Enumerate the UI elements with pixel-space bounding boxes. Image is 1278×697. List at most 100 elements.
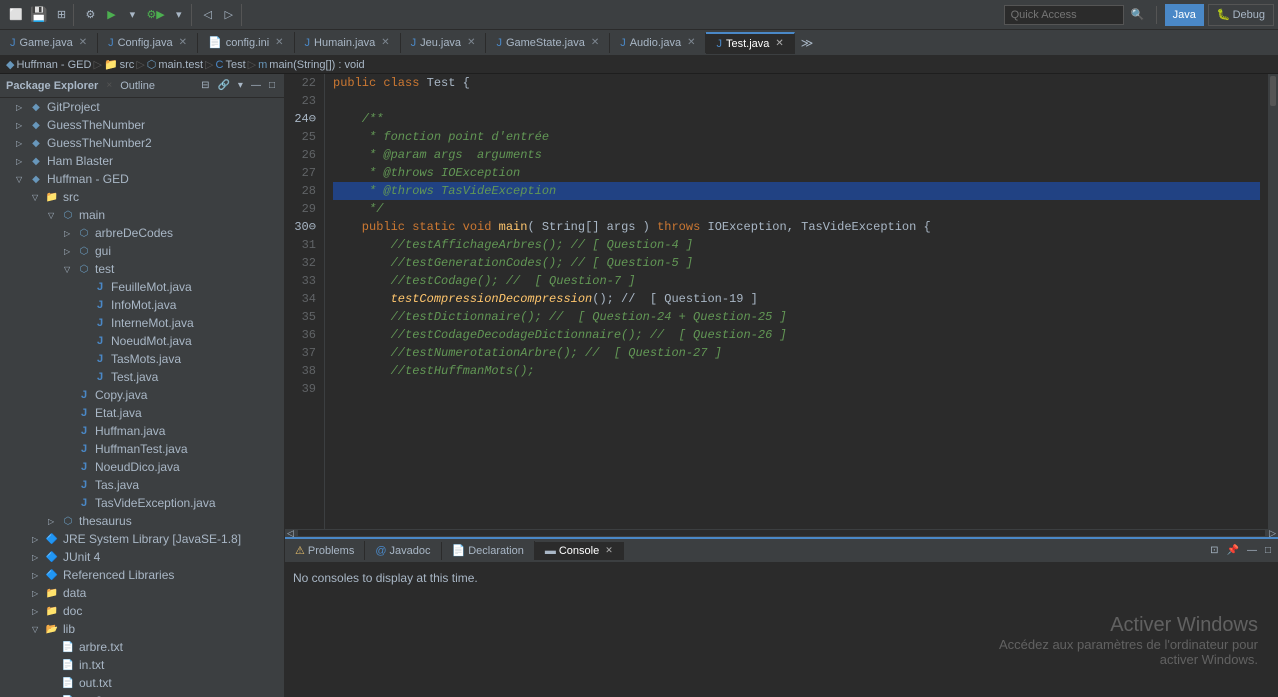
- maximize-btn[interactable]: □: [1262, 544, 1274, 557]
- debug-icon: 🐛: [1217, 8, 1231, 21]
- minimize-sidebar-btn[interactable]: —: [248, 79, 264, 92]
- new-btn[interactable]: ⬜: [6, 4, 26, 26]
- tab-test-java[interactable]: J Test.java ✕: [706, 32, 794, 54]
- tree-item-noeudmot[interactable]: J NoeudMot.java: [0, 332, 284, 350]
- tree-item-jre[interactable]: ▷ 🔷 JRE System Library [JavaSE-1.8]: [0, 530, 284, 548]
- tree-item-tas[interactable]: J Tas.java: [0, 476, 284, 494]
- tree-item-hamblaster[interactable]: ▷ ◆ Ham Blaster: [0, 152, 284, 170]
- sidebar-menu-btn[interactable]: ▾: [235, 79, 246, 92]
- tree-item-etat[interactable]: J Etat.java: [0, 404, 284, 422]
- link-editor-btn[interactable]: 🔗: [214, 79, 232, 92]
- horizontal-scrollbar[interactable]: ◁ ▷: [285, 529, 1278, 537]
- debug-dropdown[interactable]: ▾: [169, 4, 189, 26]
- tree-item-guessnumber2[interactable]: ▷ ◆ GuessTheNumber2: [0, 134, 284, 152]
- forward-btn[interactable]: ▷: [219, 4, 239, 26]
- vertical-scrollbar[interactable]: [1268, 74, 1278, 529]
- tree-item-noeud[interactable]: J NoeudDico.java: [0, 458, 284, 476]
- breadcrumb-method[interactable]: main(String[]) : void: [269, 59, 364, 71]
- tree-item-huffmantest[interactable]: J HuffmanTest.java: [0, 440, 284, 458]
- close-icon[interactable]: ✕: [775, 38, 783, 49]
- close-icon[interactable]: ✕: [467, 37, 475, 48]
- package-icon: ⬡: [76, 243, 92, 259]
- close-icon[interactable]: ✕: [79, 37, 87, 48]
- outline-title[interactable]: Outline: [120, 80, 155, 92]
- debug-perspective-btn[interactable]: 🐛 Debug: [1208, 4, 1274, 26]
- bottom-panel: ⚠ Problems @ Javadoc 📄 Declaration ▬ Con…: [285, 537, 1278, 697]
- tab-config-java[interactable]: J Config.java ✕: [98, 33, 198, 53]
- tree-item-testjava[interactable]: J Test.java: [0, 368, 284, 386]
- tree-item-internemot[interactable]: J InterneMot.java: [0, 314, 284, 332]
- tree-item-gui[interactable]: ▷ ⬡ gui: [0, 242, 284, 260]
- tree-item-tasmots[interactable]: J TasMots.java: [0, 350, 284, 368]
- tree-item-doc[interactable]: ▷ 📁 doc: [0, 602, 284, 620]
- collapse-arrow: ▷: [32, 571, 44, 580]
- java-perspective-btn[interactable]: Java: [1165, 4, 1204, 26]
- collapse-all-btn[interactable]: ⊟: [198, 79, 212, 92]
- tab-problems[interactable]: ⚠ Problems: [285, 541, 365, 560]
- debug-run-btn[interactable]: ⚙▶: [143, 4, 167, 26]
- tab-declaration[interactable]: 📄 Declaration: [442, 541, 535, 560]
- tree-item-src[interactable]: ▽ 📁 src: [0, 188, 284, 206]
- save-all-btn[interactable]: ⊞: [51, 4, 71, 26]
- tree-item-infomot[interactable]: J InfoMot.java: [0, 296, 284, 314]
- code-line-28: * @throws TasVideException: [333, 182, 1260, 200]
- folder-icon: 📁: [44, 603, 60, 619]
- close-icon[interactable]: ✕: [275, 37, 283, 48]
- close-tab-icon[interactable]: ✕: [605, 545, 613, 556]
- maximize-sidebar-btn[interactable]: □: [266, 79, 278, 92]
- tab-overflow-btn[interactable]: ≫: [795, 32, 820, 54]
- tree-label: InterneMot.java: [111, 316, 194, 330]
- run-dropdown[interactable]: ▾: [122, 4, 142, 26]
- tab-humain-java[interactable]: J Humain.java ✕: [295, 33, 401, 53]
- tab-config-ini[interactable]: 📄 config.ini ✕: [198, 32, 295, 53]
- run-btn[interactable]: ▶: [101, 4, 121, 26]
- close-icon[interactable]: ✕: [179, 37, 187, 48]
- back-btn[interactable]: ◁: [198, 4, 218, 26]
- tree-item-gitproject[interactable]: ▷ ◆ GitProject: [0, 98, 284, 116]
- code-line-32: //testGenerationCodes(); // [ Question-5…: [333, 254, 1260, 272]
- breadcrumb-src[interactable]: src: [120, 59, 135, 71]
- tree-item-arbredecodes[interactable]: ▷ ⬡ arbreDeCodes: [0, 224, 284, 242]
- close-icon[interactable]: ✕: [381, 37, 389, 48]
- build-btn[interactable]: ⚙: [80, 4, 100, 26]
- tree-item-thesaurus[interactable]: ▷ ⬡ thesaurus: [0, 512, 284, 530]
- breadcrumb-class[interactable]: Test: [225, 59, 245, 71]
- tab-javadoc[interactable]: @ Javadoc: [365, 542, 441, 560]
- tree-item-test[interactable]: ▽ ⬡ test: [0, 260, 284, 278]
- tree-item-feuillemot[interactable]: J FeuilleMot.java: [0, 278, 284, 296]
- tree-item-guessnumber[interactable]: ▷ ◆ GuessTheNumber: [0, 116, 284, 134]
- save-btn[interactable]: 💾: [27, 4, 50, 26]
- tab-label: Audio.java: [630, 37, 681, 49]
- tab-console[interactable]: ▬ Console ✕: [535, 542, 624, 560]
- tree-item-reflibs[interactable]: ▷ 🔷 Referenced Libraries: [0, 566, 284, 584]
- close-icon[interactable]: ✕: [687, 37, 695, 48]
- breadcrumb-project[interactable]: Huffman - GED: [16, 59, 91, 71]
- tree-item-main[interactable]: ▽ ⬡ main: [0, 206, 284, 224]
- pin-btn[interactable]: 📌: [1224, 544, 1242, 557]
- tree-item-data[interactable]: ▷ 📁 data: [0, 584, 284, 602]
- tree-item-copy[interactable]: J Copy.java: [0, 386, 284, 404]
- minimize-btn[interactable]: —: [1244, 544, 1260, 557]
- tree-item-out2[interactable]: 📄 out2.txt: [0, 692, 284, 697]
- tree-item-huffmanjava[interactable]: J Huffman.java: [0, 422, 284, 440]
- tree-item-arbre[interactable]: 📄 arbre.txt: [0, 638, 284, 656]
- open-console-btn[interactable]: ⊡: [1207, 544, 1221, 557]
- code-editor[interactable]: public class Test { /** * fonction point…: [325, 74, 1268, 529]
- tree-item-lib[interactable]: ▽ 📂 lib: [0, 620, 284, 638]
- collapse-arrow: ▽: [64, 265, 76, 274]
- quick-access-input[interactable]: [1004, 5, 1124, 25]
- close-icon[interactable]: ✕: [591, 37, 599, 48]
- tree-item-in[interactable]: 📄 in.txt: [0, 656, 284, 674]
- tree-item-junit[interactable]: ▷ 🔷 JUnit 4: [0, 548, 284, 566]
- search-icon[interactable]: 🔍: [1128, 4, 1148, 26]
- tree-item-huffman[interactable]: ▽ ◆ Huffman - GED: [0, 170, 284, 188]
- tree-label: TasVideException.java: [95, 496, 216, 510]
- tree-item-tasvide[interactable]: J TasVideException.java: [0, 494, 284, 512]
- tab-audio-java[interactable]: J Audio.java ✕: [610, 33, 706, 53]
- breadcrumb-package[interactable]: main.test: [158, 59, 203, 71]
- tree-item-out[interactable]: 📄 out.txt: [0, 674, 284, 692]
- tab-gamestate-java[interactable]: J GameState.java ✕: [486, 33, 610, 53]
- src-icon: 📁: [44, 189, 60, 205]
- tab-game-java[interactable]: J Game.java ✕: [0, 33, 98, 53]
- tab-jeu-java[interactable]: J Jeu.java ✕: [401, 33, 487, 53]
